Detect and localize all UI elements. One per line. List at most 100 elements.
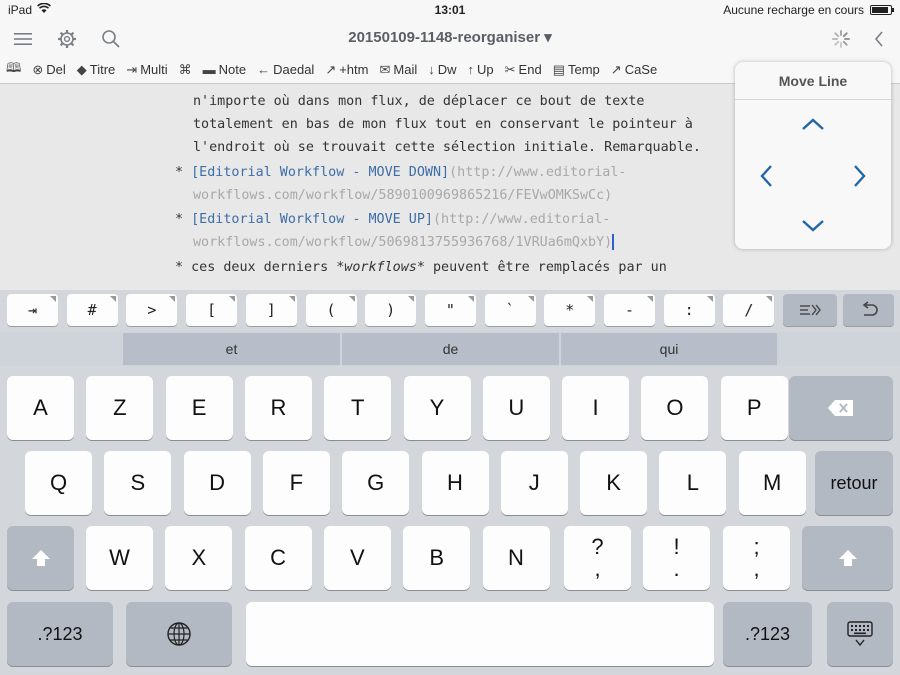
toolbar-button-dw[interactable]: ↓ Dw <box>428 62 456 77</box>
key-z[interactable]: Z <box>86 376 154 440</box>
key-j[interactable]: J <box>500 451 568 515</box>
key-m[interactable]: M <box>738 451 806 515</box>
accessory-key[interactable]: - <box>604 294 655 326</box>
key-b[interactable]: B <box>403 526 471 590</box>
accessory-key[interactable]: [ <box>186 294 238 326</box>
key-y[interactable]: Y <box>403 376 471 440</box>
toolbar-button-note[interactable]: ▬ Note <box>203 62 246 77</box>
chevron-down-icon[interactable]: ▾ <box>540 29 552 46</box>
semicolon-key[interactable]: ;, <box>723 526 790 590</box>
toolbar-button-del[interactable]: ⊗ Del <box>32 62 65 78</box>
editor-line[interactable]: workflows.com/workflow/5890100969865216/… <box>193 184 612 207</box>
accessory-key[interactable]: ] <box>245 294 297 326</box>
accessory-key[interactable]: > <box>126 294 178 326</box>
key-f[interactable]: F <box>262 451 330 515</box>
accessory-key[interactable]: ` <box>484 294 536 326</box>
key-t[interactable]: T <box>324 376 392 440</box>
key-o[interactable]: O <box>641 376 709 440</box>
key-u[interactable]: U <box>482 376 550 440</box>
accessory-key[interactable]: ) <box>365 294 417 326</box>
key-w[interactable]: W <box>86 526 153 590</box>
key-e[interactable]: E <box>165 376 233 440</box>
accessory-key[interactable]: / <box>723 294 775 326</box>
accessory-key[interactable]: # <box>66 294 118 326</box>
editor-line[interactable]: totalement en bas de mon flux tout en co… <box>193 113 693 136</box>
toolbar-button-0[interactable]: 🕮 <box>6 59 21 81</box>
question-comma-key[interactable]: ?, <box>564 526 631 590</box>
key-n[interactable]: N <box>482 526 550 590</box>
toolbar-button-titre[interactable]: ◆ Titre <box>77 62 116 78</box>
accessory-key[interactable]: " <box>424 294 476 326</box>
list-item[interactable]: * ces deux derniers *workflows* peuvent … <box>175 256 667 279</box>
key-top-glyph: ? <box>591 534 604 559</box>
markdown-link-url[interactable]: (http://www.editorial- <box>449 165 626 180</box>
prediction-item[interactable]: et <box>123 333 340 365</box>
toolbar-button-case[interactable]: ↗ CaSe <box>611 62 657 78</box>
move-right-button[interactable] <box>844 161 874 191</box>
chevron-left-icon[interactable] <box>866 26 892 52</box>
move-left-button[interactable] <box>752 161 782 191</box>
list-item[interactable]: * [Editorial Workflow - MOVE UP](http://… <box>175 208 610 231</box>
key-k[interactable]: K <box>580 451 648 515</box>
backspace-icon <box>828 400 853 416</box>
shift-icon <box>31 550 50 566</box>
dismiss-keyboard-key[interactable] <box>827 602 893 666</box>
numbers-key-right[interactable]: .?123 <box>723 602 812 666</box>
delete-key[interactable] <box>789 376 893 440</box>
toolbar-button-+htm[interactable]: ↗ +htm <box>325 62 368 78</box>
key-l[interactable]: L <box>659 451 727 515</box>
accessory-key[interactable]: ( <box>305 294 357 326</box>
dictation-icon[interactable] <box>783 294 837 326</box>
markdown-link-text[interactable]: [Editorial Workflow - MOVE DOWN] <box>191 165 449 180</box>
editor-line[interactable]: n'importe où dans mon flux, de déplacer … <box>193 90 644 113</box>
key-g[interactable]: G <box>342 451 410 515</box>
markdown-link-url[interactable]: (http://www.editorial- <box>433 212 610 227</box>
key-x[interactable]: X <box>165 526 233 590</box>
toolbar-button-mail[interactable]: ✉ Mail <box>379 62 417 78</box>
prediction-item[interactable]: qui <box>561 333 777 365</box>
toolbar-button-multi[interactable]: ⇥ Multi <box>126 62 167 78</box>
move-up-button[interactable] <box>798 110 828 140</box>
editor-line[interactable]: l'endroit où se trouvait cette sélection… <box>193 136 701 159</box>
shift-key-right[interactable] <box>802 526 893 590</box>
toolbar-button-daedal[interactable]: ← Daedal <box>257 62 314 77</box>
shift-key-left[interactable] <box>7 526 74 590</box>
accessory-key[interactable]: : <box>663 294 715 326</box>
move-down-button[interactable] <box>798 210 828 240</box>
undo-icon[interactable] <box>843 294 894 326</box>
space-bar[interactable] <box>246 602 714 666</box>
arrow-up-icon: ↑ <box>467 62 475 77</box>
accessory-key[interactable]: * <box>544 294 596 326</box>
globe-key[interactable] <box>126 602 232 666</box>
settings-gear-icon[interactable] <box>54 26 80 52</box>
exclamation-period-key[interactable]: !. <box>643 526 710 590</box>
list-item[interactable]: * [Editorial Workflow - MOVE DOWN](http:… <box>175 161 626 184</box>
return-key[interactable]: retour <box>815 451 893 515</box>
key-d[interactable]: D <box>183 451 251 515</box>
toolbar-button-4[interactable]: ⌘ <box>179 62 192 78</box>
predictive-bar: et de qui <box>0 332 900 366</box>
numbers-key-left[interactable]: .?123 <box>7 602 113 666</box>
markdown-link-text[interactable]: [Editorial Workflow - MOVE UP] <box>191 212 433 227</box>
key-p[interactable]: P <box>720 376 788 440</box>
prediction-item[interactable]: de <box>342 333 559 365</box>
toolbar-button-end[interactable]: ✂ End <box>505 62 542 78</box>
markdown-link-url[interactable]: workflows.com/workflow/5069813755936768/… <box>193 235 612 250</box>
key-h[interactable]: H <box>421 451 489 515</box>
document-title[interactable]: 20150109-1148-reorganiser ▾ <box>0 28 900 46</box>
key-v[interactable]: V <box>323 526 391 590</box>
list-item-text: ces deux derniers <box>191 260 337 275</box>
document-title-label[interactable]: 20150109-1148-reorganiser <box>348 29 540 46</box>
key-c[interactable]: C <box>244 526 312 590</box>
key-a[interactable]: A <box>7 376 74 440</box>
editor-line[interactable]: workflows.com/workflow/5069813755936768/… <box>193 231 615 254</box>
search-icon[interactable] <box>98 26 124 52</box>
accessory-key[interactable]: ⇥ <box>7 294 58 326</box>
toolbar-button-temp[interactable]: ▤ Temp <box>553 62 600 78</box>
key-r[interactable]: R <box>244 376 312 440</box>
toolbar-button-up[interactable]: ↑ Up <box>468 62 494 77</box>
key-i[interactable]: I <box>562 376 630 440</box>
key-s[interactable]: S <box>104 451 172 515</box>
menu-icon[interactable] <box>10 26 36 52</box>
key-q[interactable]: Q <box>25 451 92 515</box>
